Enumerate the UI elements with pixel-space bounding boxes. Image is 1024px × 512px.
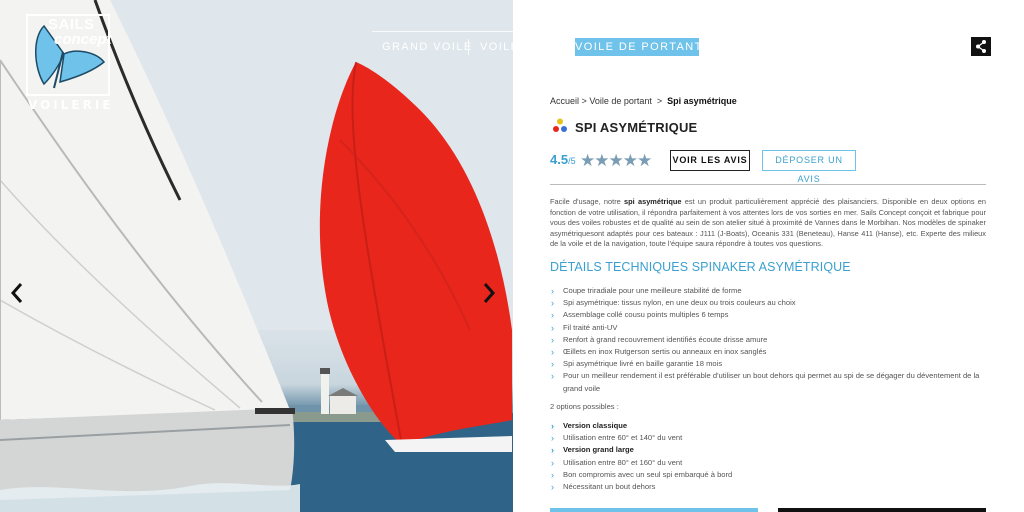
top-link-entreprise[interactable]: Entreprise xyxy=(650,10,708,22)
list-item: Nécessitant un bout dehors xyxy=(550,481,986,493)
nav-grand-voile[interactable]: GRAND VOILE xyxy=(382,38,471,56)
chevron-right-icon xyxy=(483,283,496,303)
product-title: SPI ASYMÉTRIQUE xyxy=(575,120,698,135)
list-item: Coupe triradiale pour une meilleure stab… xyxy=(550,285,986,297)
list-item: Bon compromis avec un seul spi embarqué … xyxy=(550,469,986,481)
logo-text-concept: concept xyxy=(54,31,112,48)
breadcrumb-separator: > xyxy=(581,96,587,106)
list-item: Assemblage collé cousu points multiples … xyxy=(550,309,986,321)
rating-score: 4.5 xyxy=(550,152,569,167)
description-text: Facile d'usage, notre xyxy=(550,197,625,206)
view-reviews-button[interactable]: VOIR LES AVIS xyxy=(670,150,750,171)
nav-accessoires-voile[interactable]: ACCESSOIRES VOILE xyxy=(714,38,851,56)
nav-separator xyxy=(468,39,469,55)
share-button[interactable] xyxy=(971,37,991,56)
description-highlight: spi asymétrique xyxy=(624,197,682,206)
primary-action-button[interactable] xyxy=(550,508,758,512)
options-label: 2 options possibles : xyxy=(550,402,619,411)
logo-text-voilerie: VOILERIE xyxy=(28,98,114,112)
chevron-left-icon xyxy=(10,283,23,303)
list-item: Spi asymétrique: tissus nylon, en une de… xyxy=(550,297,986,309)
rating-stars: ★★★★★ xyxy=(580,151,652,171)
site-logo[interactable]: SAILS concept VOILERIE xyxy=(26,14,114,114)
list-item: Pour un meilleur rendement il est préfér… xyxy=(550,370,986,394)
nav-voile-portant[interactable]: VOILE DE PORTANT xyxy=(575,38,701,56)
post-review-button[interactable]: DÉPOSER UN AVIS xyxy=(762,150,856,184)
top-link-actualites[interactable]: Actualités xyxy=(787,10,843,22)
nav-separator xyxy=(889,39,890,55)
breadcrumb-current: Spi asymétrique xyxy=(667,96,737,106)
top-link-tissus-voile[interactable]: Tissus voile xyxy=(715,10,782,22)
options-list: Version classique Utilisation entre 60° … xyxy=(550,420,986,493)
tech-details-list: Coupe triradiale pour une meilleure stab… xyxy=(550,285,986,395)
breadcrumb-home[interactable]: Accueil xyxy=(550,96,579,106)
secondary-action-button[interactable] xyxy=(778,508,986,512)
list-item: Œillets en inox Rutgerson sertis ou anne… xyxy=(550,346,986,358)
nav-separator xyxy=(830,39,831,55)
breadcrumb: Accueil > Voile de portant > Spi asymétr… xyxy=(550,96,737,106)
share-icon xyxy=(976,40,986,53)
list-item: Fil traité anti-UV xyxy=(550,322,986,334)
breadcrumb-separator: > xyxy=(656,96,663,106)
list-item: Renfort à grand recouvrement identifiés … xyxy=(550,334,986,346)
list-item: Utilisation entre 60° et 140° du vent xyxy=(550,432,986,444)
header-divider xyxy=(372,31,992,32)
breadcrumb-parent[interactable]: Voile de portant xyxy=(589,96,652,106)
colored-dots-icon xyxy=(553,118,567,132)
product-description: Facile d'usage, notre spi asymétrique es… xyxy=(550,197,986,250)
top-separator: | xyxy=(855,9,858,21)
option-heading: Version classique xyxy=(550,420,986,432)
rating-value: 4.5/5 xyxy=(550,152,576,167)
rating-max: /5 xyxy=(568,156,576,166)
list-item: Utilisation entre 80° et 160° du vent xyxy=(550,457,986,469)
nav-devis[interactable]: DEVIS xyxy=(840,38,880,56)
option-heading: Version grand large xyxy=(550,444,986,456)
carousel-next-button[interactable] xyxy=(479,280,499,306)
nav-contact[interactable]: CONTACT xyxy=(897,38,958,56)
carousel-prev-button[interactable] xyxy=(7,280,27,306)
list-item: Spi asymétrique livré en baille garantie… xyxy=(550,358,986,370)
tech-details-title: DÉTAILS TECHNIQUES SPINAKER ASYMÉTRIQUE xyxy=(550,260,851,274)
nav-voile-avant[interactable]: VOILE D'AVANT xyxy=(480,38,577,56)
divider xyxy=(550,184,986,185)
phone-number[interactable]: 02 97 47 10 67 xyxy=(872,10,971,22)
